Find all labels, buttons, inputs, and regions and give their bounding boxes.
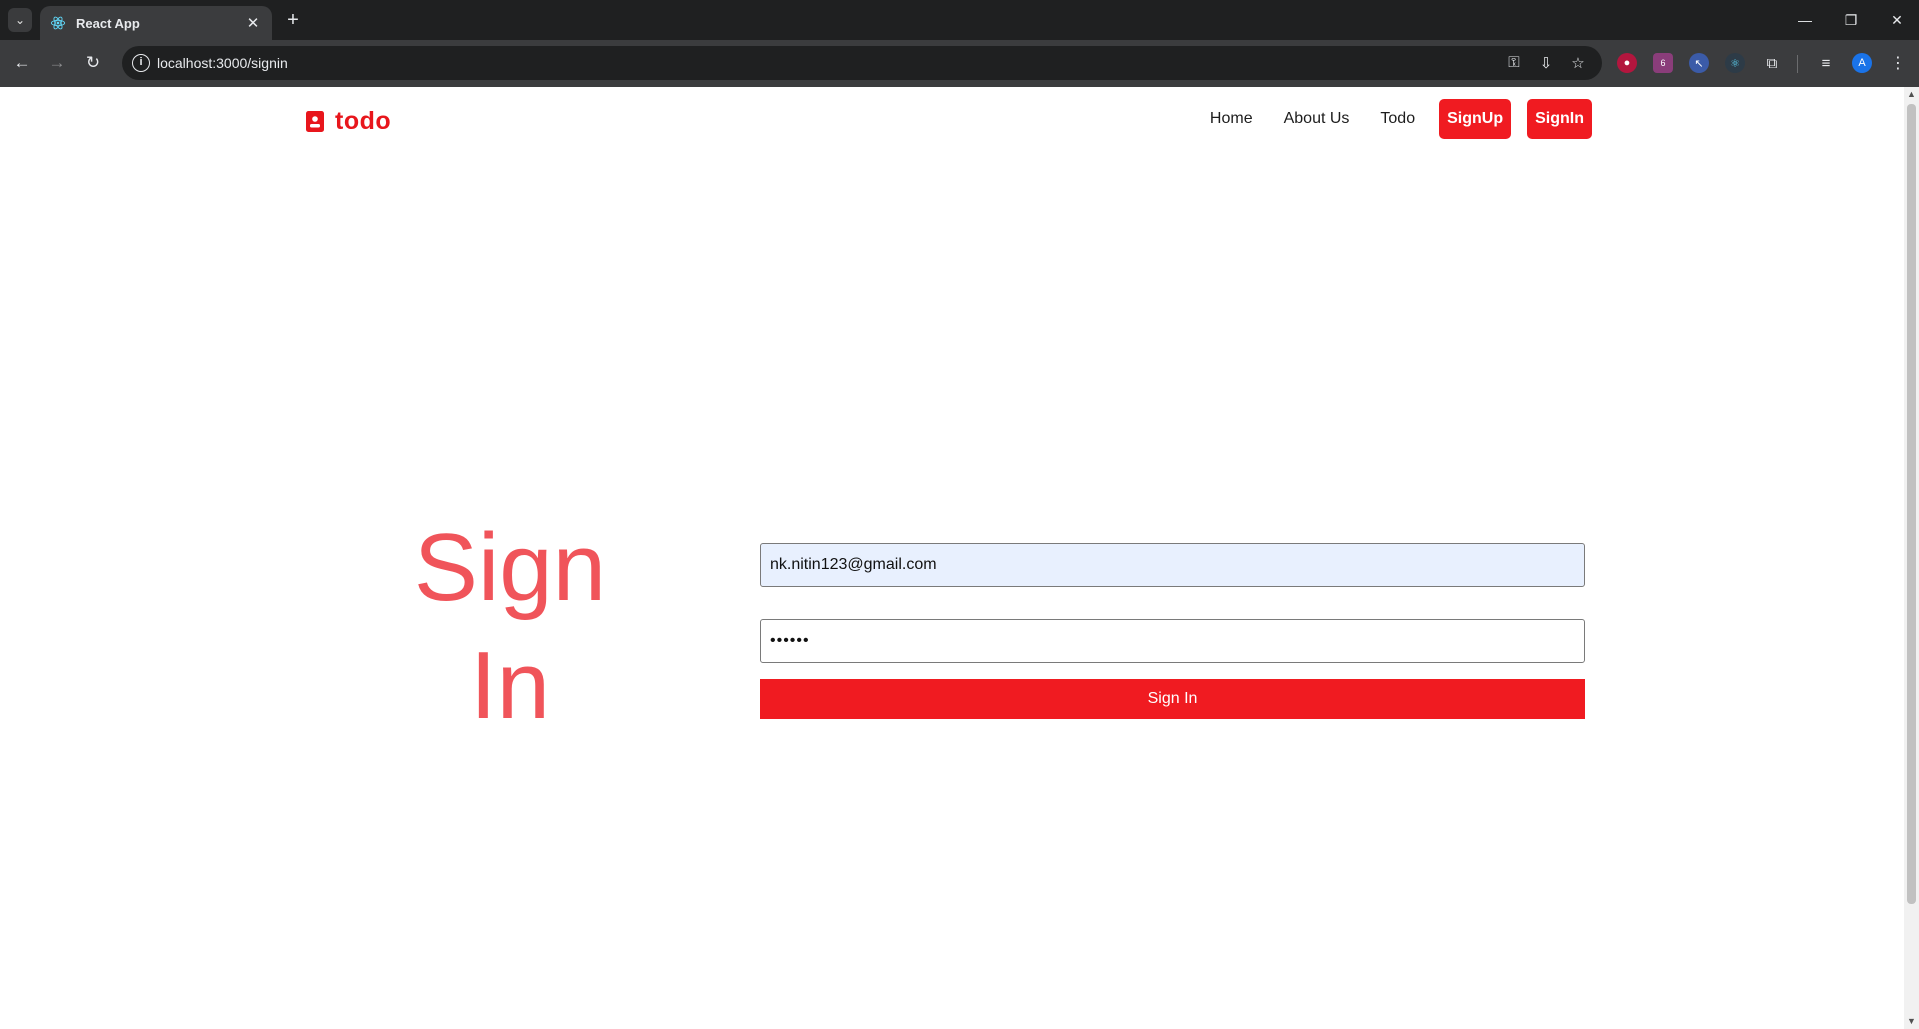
reload-icon[interactable]: ↻	[80, 50, 106, 76]
page-title-line2: In	[469, 632, 551, 739]
close-window-icon[interactable]: ✕	[1875, 0, 1919, 40]
restore-window-icon[interactable]: ❐	[1829, 0, 1873, 40]
install-app-icon[interactable]: ⇩	[1536, 54, 1556, 72]
nav-link-about-us[interactable]: About Us	[1284, 110, 1350, 128]
bookmark-star-icon[interactable]: ☆	[1568, 54, 1588, 72]
address-url[interactable]: localhost:3000/signin	[157, 55, 288, 71]
minimize-window-icon[interactable]: —	[1783, 0, 1827, 40]
extension-puzzle-badge-icon[interactable]: 6	[1653, 53, 1673, 73]
scrollbar-thumb[interactable]	[1907, 104, 1916, 904]
react-favicon-icon	[50, 16, 66, 30]
extension-badge-count: 6	[1660, 58, 1666, 68]
react-devtools-icon[interactable]: ⚛	[1725, 53, 1745, 73]
contact-book-icon	[306, 111, 324, 132]
tab-title: React App	[76, 15, 140, 31]
nav-link-home[interactable]: Home	[1210, 110, 1253, 128]
forward-arrow-icon[interactable]: →	[44, 50, 70, 76]
reading-list-icon[interactable]: ≡	[1816, 53, 1836, 73]
tab-search-button[interactable]: ⌄	[8, 8, 32, 32]
sign-in-button[interactable]: Sign In	[760, 679, 1585, 719]
toolbar-divider	[1797, 55, 1798, 73]
close-tab-icon[interactable]: ✕	[244, 14, 262, 32]
signin-nav-button[interactable]: SignIn	[1527, 99, 1592, 139]
back-arrow-icon[interactable]: ←	[9, 50, 35, 76]
page-scrollbar[interactable]: ▲ ▼	[1904, 87, 1919, 1029]
extensions-icon[interactable]: ⧉	[1762, 53, 1782, 73]
scroll-up-icon[interactable]: ▲	[1904, 87, 1919, 102]
browser-toolbar: ← → ↻ i localhost:3000/signin ⚿ ⇩ ☆ ● 6 …	[0, 40, 1919, 87]
signin-form: Sign In	[760, 543, 1585, 719]
browser-tab[interactable]: React App ✕	[40, 6, 272, 40]
extension-record-icon[interactable]: ●	[1617, 53, 1637, 73]
email-field[interactable]	[760, 543, 1585, 587]
page-title: Sign In	[380, 509, 640, 745]
password-key-icon[interactable]: ⚿	[1504, 54, 1524, 72]
profile-avatar[interactable]: A	[1852, 53, 1872, 73]
brand-name: todo	[335, 107, 392, 135]
address-bar[interactable]: i localhost:3000/signin ⚿ ⇩ ☆	[122, 46, 1602, 80]
page-title-line1: Sign	[413, 514, 607, 621]
nav-link-todo[interactable]: Todo	[1380, 110, 1415, 128]
browser-menu-icon[interactable]: ⋮	[1888, 53, 1908, 73]
signup-button[interactable]: SignUp	[1439, 99, 1512, 139]
extension-cursor-icon[interactable]: ↖	[1689, 53, 1709, 73]
brand-logo[interactable]: todo	[306, 107, 391, 136]
top-navigation: Home About Us Todo SignUp SignIn	[1210, 99, 1592, 139]
browser-tab-bar: ⌄ React App ✕ + — ❐ ✕	[0, 0, 1919, 40]
password-field[interactable]	[760, 619, 1585, 663]
site-info-icon[interactable]: i	[132, 54, 150, 72]
scroll-down-icon[interactable]: ▼	[1904, 1014, 1919, 1029]
profile-initial: A	[1858, 57, 1866, 69]
new-tab-button[interactable]: +	[282, 9, 304, 31]
page-viewport: todo Home About Us Todo SignUp SignIn Si…	[0, 87, 1904, 1029]
